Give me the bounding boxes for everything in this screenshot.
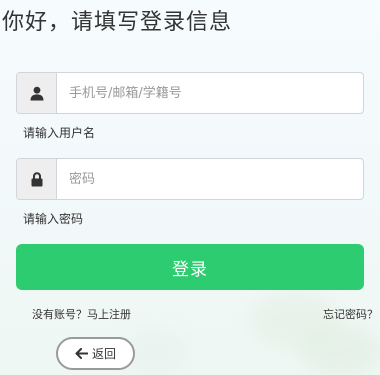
username-input[interactable]: [57, 73, 363, 113]
back-button-label: 返回: [91, 347, 116, 361]
forgot-password-link[interactable]: 忘记密码？: [323, 306, 378, 322]
login-button[interactable]: 登录: [16, 244, 364, 290]
password-input[interactable]: [57, 159, 363, 199]
arrow-left-icon: [75, 348, 88, 359]
back-button[interactable]: 返回: [56, 337, 135, 370]
username-field-group: [16, 72, 364, 114]
password-hint: 请输入密码: [23, 212, 84, 226]
username-hint: 请输入用户名: [23, 126, 96, 140]
background-decoration: [300, 325, 380, 375]
user-icon: [17, 73, 57, 113]
password-field-group: [16, 158, 364, 200]
page-title: 你好，请填写登录信息: [2, 10, 233, 35]
register-link[interactable]: 没有账号？马上注册: [32, 306, 131, 322]
lock-icon: [17, 159, 57, 199]
